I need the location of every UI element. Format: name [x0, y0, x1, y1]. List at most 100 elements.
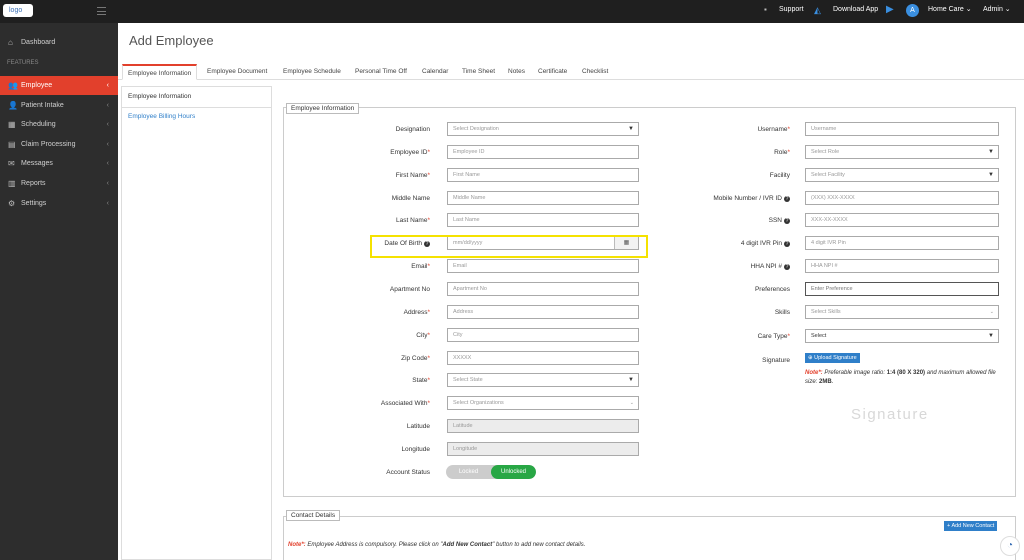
ivr-pin-input[interactable]: 4 digit IVR Pin — [805, 236, 999, 250]
contact-details-section — [283, 516, 1016, 560]
apartment-no-input[interactable]: Apartment No — [447, 282, 639, 296]
subnav-employee-information[interactable]: Employee Information — [128, 93, 191, 100]
sidebar-item-label: Reports — [21, 180, 46, 187]
user-menu[interactable]: Admin ⌄ — [983, 0, 1011, 23]
agency-label: Home Care — [928, 6, 964, 13]
email-input[interactable]: Email — [447, 259, 639, 273]
menu-toggle-icon[interactable] — [97, 7, 106, 15]
sidebar-item-label: Dashboard — [21, 39, 56, 46]
tab-certificate[interactable]: Certificate — [538, 64, 567, 80]
tab-time-sheet[interactable]: Time Sheet — [462, 64, 495, 80]
care-type-select[interactable]: Select ▼ — [805, 329, 999, 343]
help-icon: ? — [784, 196, 790, 202]
username-input[interactable]: Username — [805, 122, 999, 136]
role-select[interactable]: Select Role ▼ — [805, 145, 999, 159]
preferences-input[interactable]: Enter Preference — [805, 282, 999, 296]
care-type-label: Care Type* — [757, 333, 790, 340]
caret-down-icon: ▼ — [988, 149, 994, 155]
associated-with-select[interactable]: Select Organizations ⌄ — [447, 396, 639, 410]
tab-employee-information[interactable]: Employee Information — [122, 64, 198, 80]
home-icon: ⌂ — [8, 38, 13, 47]
employee-id-label: Employee ID* — [390, 149, 430, 156]
longitude-label: Longitude — [401, 446, 430, 453]
longitude-input: Longitude — [447, 442, 639, 456]
sidebar-item-scheduling[interactable]: ▦ Scheduling ‹ — [0, 115, 118, 134]
agency-dropdown[interactable]: Home Care ⌄ — [928, 0, 972, 23]
app-store-icon[interactable]: A — [906, 4, 919, 17]
tab-personal-time-off[interactable]: Personal Time Off — [355, 64, 407, 80]
designation-select[interactable]: Select Designation ▼ — [447, 122, 639, 136]
tab-checklist[interactable]: Checklist — [582, 64, 608, 80]
chevron-left-icon: ‹ — [106, 102, 109, 109]
address-input[interactable]: Address — [447, 305, 639, 319]
address-label: Address* — [403, 309, 430, 316]
apartment-no-label: Apartment No — [389, 286, 430, 293]
sidebar-item-patient-intake[interactable]: 👤 Patient Intake ‹ — [0, 96, 118, 115]
gear-icon: ⚙ — [8, 199, 16, 208]
employee-id-input[interactable]: Employee ID — [447, 145, 639, 159]
upload-icon: ⊕ — [808, 355, 813, 361]
chevron-down-icon: ⌄ — [989, 309, 994, 315]
user-name: Admin — [983, 6, 1003, 13]
ivr-pin-label: 4 digit IVR Pin? — [740, 240, 790, 247]
account-status-toggle[interactable]: Locked Unlocked — [446, 465, 536, 479]
caret-down-icon: ▼ — [988, 333, 994, 339]
sidebar-item-reports[interactable]: ▥ Reports ‹ — [0, 174, 118, 193]
first-name-input[interactable]: First Name — [447, 168, 639, 182]
mobile-number-label: Mobile Number / IVR ID? — [713, 195, 790, 202]
toggle-unlocked[interactable]: Unlocked — [491, 465, 536, 479]
chat-widget-icon[interactable]: ◔ — [1000, 536, 1020, 556]
sidebar-item-label: Employee — [21, 82, 53, 89]
caret-down-icon: ▼ — [988, 172, 994, 178]
tab-notes[interactable]: Notes — [508, 64, 525, 80]
middle-name-input[interactable]: Middle Name — [447, 191, 639, 205]
last-name-input[interactable]: Last Name — [447, 213, 639, 227]
sidebar-item-dashboard[interactable]: ⌂ Dashboard — [0, 33, 118, 52]
toggle-locked[interactable]: Locked — [446, 465, 491, 479]
subnav-employee-billing-hours[interactable]: Employee Billing Hours — [128, 113, 195, 120]
chevron-left-icon: ‹ — [106, 180, 109, 187]
envelope-icon: ✉ — [8, 159, 15, 168]
skills-select[interactable]: Select Skills ⌄ — [805, 305, 999, 319]
add-new-contact-button[interactable]: + Add New Contact — [944, 521, 998, 531]
sidebar-item-messages[interactable]: ✉ Messages ‹ — [0, 154, 118, 173]
tab-employee-schedule[interactable]: Employee Schedule — [283, 64, 341, 80]
chevron-left-icon: ‹ — [106, 141, 109, 148]
support-icon: ▪ — [764, 5, 767, 14]
sidebar-item-label: Patient Intake — [21, 102, 64, 109]
sidebar-item-employee[interactable]: 👥 Employee ‹ — [0, 76, 118, 95]
zip-code-input[interactable]: XXXXX — [447, 351, 639, 365]
users-icon: 👥 — [8, 81, 18, 90]
calendar-icon: ▦ — [8, 120, 16, 129]
signature-label: Signature — [762, 357, 790, 364]
logo[interactable]: logo — [3, 4, 33, 17]
sidebar-item-label: Claim Processing — [21, 141, 76, 148]
upload-signature-button[interactable]: ⊕ Upload Signature — [805, 353, 860, 363]
help-icon: ? — [784, 264, 790, 270]
sidebar-item-claim-processing[interactable]: ▤ Claim Processing ‹ — [0, 135, 118, 154]
state-label: State* — [412, 377, 430, 384]
chevron-left-icon: ‹ — [106, 121, 109, 128]
chevron-down-icon: ⌄ — [629, 400, 634, 406]
mobile-number-input[interactable]: (XXX) XXX-XXXX — [805, 191, 999, 205]
sidebar: ⌂ Dashboard FEATURES 👥 Employee ‹ 👤 Pati… — [0, 23, 118, 560]
state-select[interactable]: Select State ▼ — [447, 373, 639, 387]
zip-code-label: Zip Code* — [401, 355, 430, 362]
facility-select[interactable]: Select Facility ▼ — [805, 168, 999, 182]
city-input[interactable]: City — [447, 328, 639, 342]
user-icon: 👤 — [8, 101, 18, 110]
play-store-icon[interactable]: ▶ — [886, 0, 894, 23]
city-label: City* — [416, 332, 430, 339]
sidebar-item-settings[interactable]: ⚙ Settings ‹ — [0, 194, 118, 213]
download-app-link[interactable]: Download App — [833, 0, 878, 23]
signature-placeholder[interactable]: Signature — [851, 406, 929, 423]
ssn-input[interactable]: XXX-XX-XXXX — [805, 213, 999, 227]
tab-employee-document[interactable]: Employee Document — [207, 64, 267, 80]
top-bar: logo ▪ Support ◭ Download App ▶ A Home C… — [0, 0, 1024, 23]
tab-calendar[interactable]: Calendar — [422, 64, 448, 80]
hha-npi-input[interactable]: HHA NPI # — [805, 259, 999, 273]
sidebar-item-label: Scheduling — [21, 121, 56, 128]
employee-information-section — [283, 107, 1016, 497]
support-link[interactable]: Support — [779, 0, 804, 23]
chart-icon: ▥ — [8, 179, 16, 188]
